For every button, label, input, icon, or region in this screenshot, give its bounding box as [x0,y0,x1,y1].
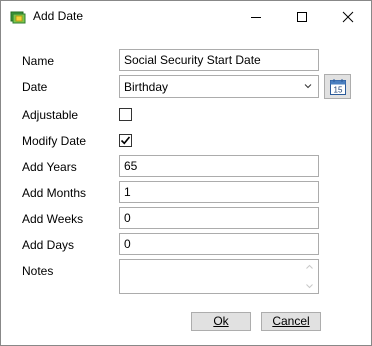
notes-label: Notes [22,264,54,278]
close-icon [342,11,354,22]
modify-date-checkbox[interactable] [119,134,132,147]
add-date-dialog: Add Date Name Social Security Start Date… [0,0,372,346]
add-days-input[interactable]: 0 [119,233,319,255]
add-years-label: Add Years [22,160,77,174]
minimize-button[interactable] [233,1,279,32]
window-title: Add Date [33,9,84,23]
add-days-label: Add Days [22,238,75,252]
add-weeks-label: Add Weeks [22,212,84,226]
date-dropdown[interactable]: Birthday [119,75,319,98]
close-button[interactable] [325,1,371,32]
add-years-input[interactable]: 65 [119,155,319,177]
scroll-arrows-icon [306,264,313,289]
add-months-input[interactable]: 1 [119,181,319,203]
ok-button[interactable]: Ok [191,312,251,331]
minimize-icon [251,16,261,18]
maximize-icon [297,11,307,22]
calendar-day: 15 [333,85,342,94]
cancel-button-label: Cancel [272,314,310,328]
calendar-icon: 15 [329,78,346,95]
name-label: Name [22,54,55,68]
notes-scrollbar[interactable] [301,260,318,293]
date-label: Date [22,80,48,94]
name-input[interactable]: Social Security Start Date [119,49,319,71]
add-weeks-input[interactable]: 0 [119,207,319,229]
checkmark-icon [120,136,131,145]
calendar-button[interactable]: 15 [324,74,351,99]
ok-button-label: Ok [213,314,229,328]
cancel-button[interactable]: Cancel [261,312,321,331]
calendar-money-icon [10,11,26,24]
modify-date-label: Modify Date [22,134,87,148]
notes-textarea[interactable] [119,259,319,294]
title-bar[interactable]: Add Date [1,1,371,32]
date-dropdown-value: Birthday [124,80,169,94]
adjustable-checkbox[interactable] [119,108,132,121]
adjustable-label: Adjustable [22,108,79,122]
chevron-down-icon [304,84,312,89]
maximize-button[interactable] [279,1,325,32]
add-months-label: Add Months [22,186,87,200]
